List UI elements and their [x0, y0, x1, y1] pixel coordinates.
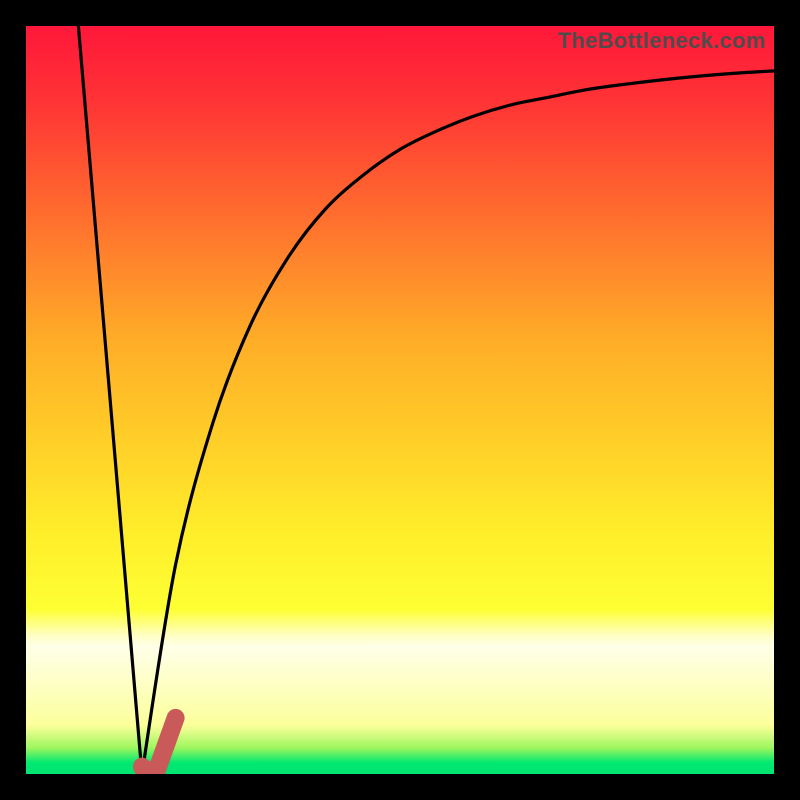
chart-frame: TheBottleneck.com	[0, 0, 800, 800]
watermark-text: TheBottleneck.com	[558, 28, 766, 54]
gradient-background	[26, 26, 774, 774]
plot-svg	[26, 26, 774, 774]
plot-area: TheBottleneck.com	[26, 26, 774, 774]
